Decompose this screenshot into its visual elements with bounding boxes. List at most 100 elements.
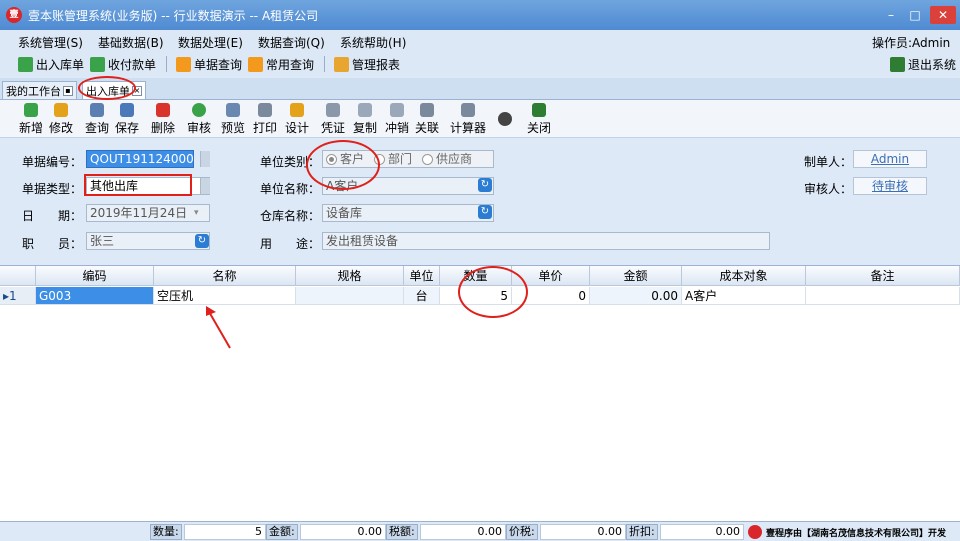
cell-remark[interactable] <box>806 287 960 305</box>
separator <box>166 56 167 72</box>
col-header-cost-object[interactable]: 成本对象 <box>682 266 806 286</box>
cell-spec[interactable] <box>296 287 404 305</box>
calculator-icon <box>461 103 475 117</box>
sum-discount-label: 折扣: <box>626 524 658 540</box>
payment-doc-icon <box>90 56 105 72</box>
calendar-dropdown-icon[interactable]: ▾ <box>194 208 199 218</box>
auditor-value: 待审核 <box>853 177 927 195</box>
col-header-price[interactable]: 单价 <box>512 266 590 286</box>
col-header-spec[interactable]: 规格 <box>296 266 404 286</box>
exit-door-icon <box>532 103 546 117</box>
cell-cost-object[interactable]: A客户 <box>682 287 806 305</box>
cell-code[interactable]: G003 <box>36 287 154 305</box>
sum-discount-value: 0.00 <box>660 524 744 540</box>
edit-button[interactable]: 修改 <box>46 103 76 135</box>
exit-system-button[interactable]: 退出系统 <box>890 55 956 73</box>
warehouse-field[interactable]: 设备库 <box>322 204 494 222</box>
minimize-button[interactable]: – <box>880 6 902 24</box>
row-indicator[interactable]: ▸1 <box>0 287 36 305</box>
doc-no-dropdown-icon[interactable] <box>200 151 210 167</box>
purpose-field[interactable]: 发出租赁设备 <box>322 232 770 250</box>
radio-department[interactable]: 部门 <box>374 151 412 167</box>
audit-button[interactable]: 审核 <box>184 103 214 135</box>
link-button[interactable]: 关联 <box>412 103 442 135</box>
menu-data-query[interactable]: 数据查询(Q) <box>258 34 325 51</box>
delete-label: 删除 <box>150 121 175 135</box>
quick-stock-doc-label: 出入库单 <box>36 57 85 72</box>
reverse-button[interactable]: 冲销 <box>382 103 412 135</box>
col-header-qty[interactable]: 数量 <box>440 266 512 286</box>
quick-doc-query-button[interactable]: 单据查询 <box>176 55 242 73</box>
col-header-remark[interactable]: 备注 <box>806 266 960 286</box>
preview-button[interactable]: 预览 <box>218 103 248 135</box>
radio-department-label: 部门 <box>388 152 413 166</box>
tab-stock-doc[interactable]: 出入库单 × <box>82 81 146 99</box>
audit-label: 审核 <box>186 121 211 135</box>
doc-no-field[interactable]: QOUT1911240001 <box>86 150 194 168</box>
app-logo-icon: 壹 <box>6 7 22 23</box>
query-button[interactable]: 查询 <box>82 103 112 135</box>
add-button[interactable]: 新增 <box>16 103 46 135</box>
window-title: 壹本账管理系统(业务版) -- 行业数据演示 -- A租赁公司 <box>28 9 319 23</box>
col-header-name[interactable]: 名称 <box>154 266 296 286</box>
print-label: 打印 <box>252 121 277 135</box>
cell-amount[interactable]: 0.00 <box>590 287 682 305</box>
menu-basic-data[interactable]: 基础数据(B) <box>98 34 164 51</box>
col-header-unit[interactable]: 单位 <box>404 266 440 286</box>
col-header-amount[interactable]: 金额 <box>590 266 682 286</box>
settings-gear-icon[interactable] <box>498 112 512 126</box>
tab-workbench[interactable]: 我的工作台 ▪ <box>2 81 77 99</box>
cell-price[interactable]: 0 <box>512 287 590 305</box>
copy-button[interactable]: 复制 <box>350 103 380 135</box>
voucher-label: 凭证 <box>320 121 345 135</box>
col-header-code[interactable]: 编码 <box>36 266 154 286</box>
document-header-form: 单据编号： QOUT1911240001 单据类型： 其他出库 日 期： 201… <box>0 139 960 259</box>
radio-customer[interactable]: 客户 <box>326 151 364 167</box>
cell-qty[interactable]: 5 <box>440 287 512 305</box>
maximize-button[interactable]: □ <box>904 6 926 24</box>
menu-help[interactable]: 系统帮助(H) <box>340 34 406 51</box>
annotation-arrow <box>206 306 231 349</box>
staff-label: 职 员： <box>22 237 83 251</box>
separator <box>324 56 325 72</box>
sum-amount-label: 金额: <box>266 524 298 540</box>
close-tab-icon[interactable]: × <box>132 85 142 96</box>
query-label: 查询 <box>84 121 109 135</box>
design-button[interactable]: 设计 <box>282 103 312 135</box>
cell-unit[interactable]: 台 <box>404 287 440 305</box>
unit-picker-icon[interactable]: ↻ <box>478 178 492 192</box>
calculator-button[interactable]: 计算器 <box>450 103 486 135</box>
delete-icon <box>156 103 170 117</box>
delete-button[interactable]: 删除 <box>148 103 178 135</box>
menu-data-processing[interactable]: 数据处理(E) <box>178 34 243 51</box>
sum-tax-label: 税额: <box>386 524 418 540</box>
radio-supplier[interactable]: 供应商 <box>422 151 472 167</box>
tab-bar: 我的工作台 ▪ 出入库单 × <box>0 78 960 100</box>
quick-report-button[interactable]: 管理报表 <box>334 55 400 73</box>
menu-system[interactable]: 系统管理(S) <box>18 34 83 51</box>
radio-on-icon <box>326 153 337 165</box>
doc-type-dropdown-icon[interactable] <box>200 178 210 194</box>
auditor-label: 审核人： <box>804 182 853 196</box>
pin-icon[interactable]: ▪ <box>63 85 73 96</box>
copy-label: 复制 <box>352 121 377 135</box>
operator-label: 操作员:Admin <box>872 36 951 50</box>
voucher-button[interactable]: 凭证 <box>318 103 348 135</box>
close-doc-button[interactable]: 关闭 <box>524 103 554 135</box>
staff-picker-icon[interactable]: ↻ <box>195 234 209 248</box>
reverse-icon <box>390 103 404 117</box>
print-button[interactable]: 打印 <box>250 103 280 135</box>
doc-type-select[interactable]: 其他出库 <box>86 177 210 195</box>
quick-stock-doc-button[interactable]: 出入库单 <box>18 55 84 73</box>
radio-supplier-label: 供应商 <box>436 152 473 166</box>
unit-name-field[interactable]: A客户 <box>322 177 494 195</box>
close-button[interactable]: ✕ <box>930 6 956 24</box>
date-field[interactable]: 2019年11月24日 <box>86 204 210 222</box>
warehouse-picker-icon[interactable]: ↻ <box>478 205 492 219</box>
quick-payment-doc-button[interactable]: 收付款单 <box>90 55 156 73</box>
printer-icon <box>258 103 272 117</box>
design-label: 设计 <box>284 121 309 135</box>
staff-field[interactable]: 张三 <box>86 232 210 250</box>
quick-common-query-button[interactable]: 常用查询 <box>248 55 314 73</box>
save-button[interactable]: 保存 <box>112 103 142 135</box>
